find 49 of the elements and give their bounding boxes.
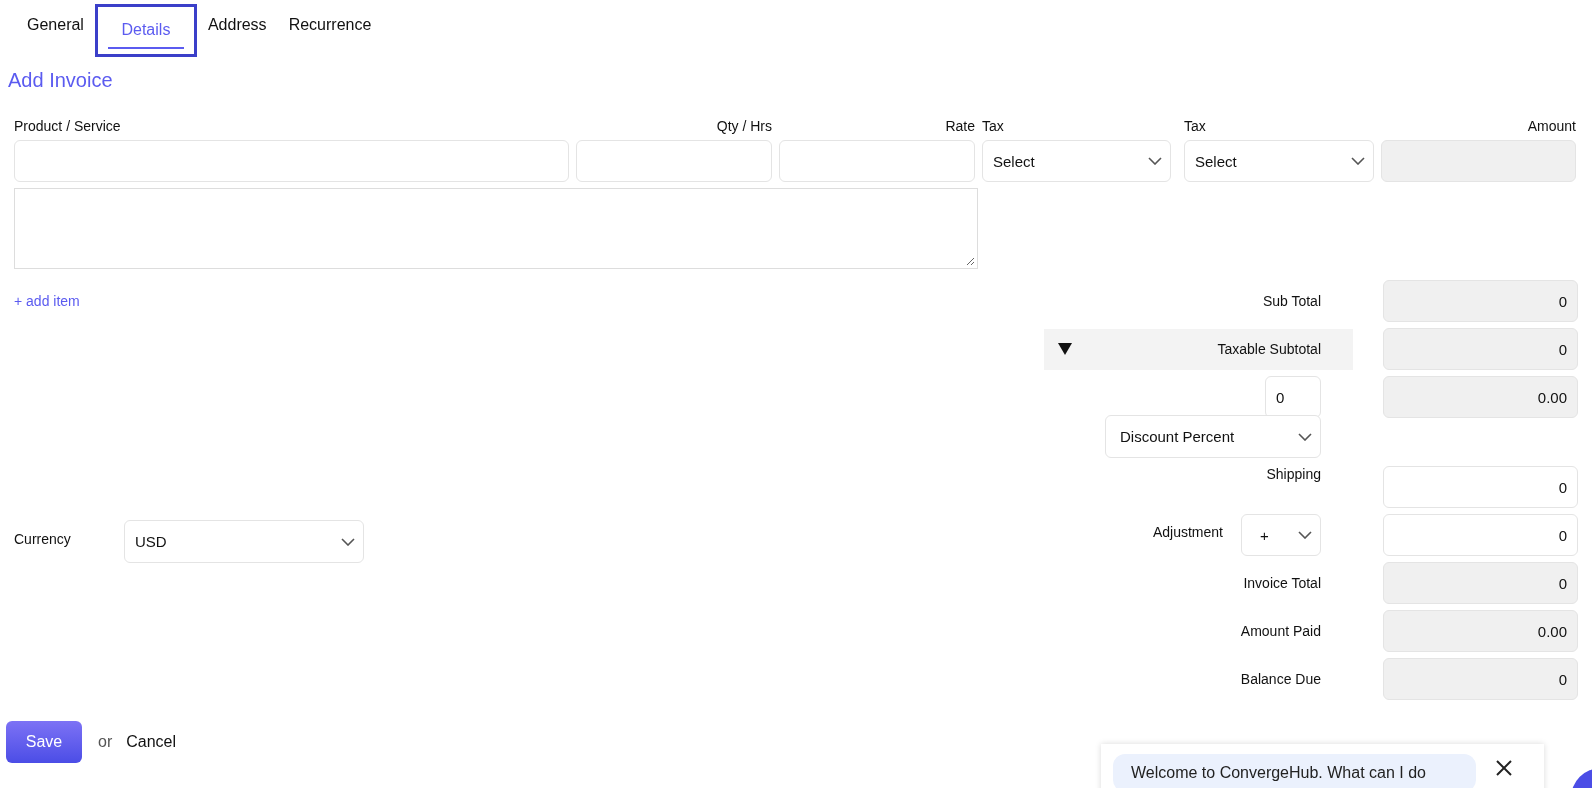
input-field[interactable] <box>14 140 569 182</box>
total-field: 0.00 <box>1383 610 1578 652</box>
discount-type-select[interactable]: Discount Percent <box>1105 415 1321 458</box>
sign-select[interactable]: + <box>1241 514 1321 556</box>
summary-label: Amount Paid <box>1240 623 1321 639</box>
tab[interactable]: General <box>16 4 95 57</box>
chevron-down-icon <box>1351 157 1365 165</box>
tax-select[interactable]: Select <box>1184 140 1374 182</box>
chevron-down-icon <box>1298 531 1312 539</box>
column-label: Tax <box>982 118 1005 134</box>
summary-label: Adjustment <box>1152 524 1223 540</box>
currency-label: Currency <box>14 531 72 547</box>
chevron-down-icon <box>341 537 355 546</box>
triangle-icon <box>1058 343 1072 355</box>
column-label: Product / Service <box>14 118 122 134</box>
close-icon[interactable] <box>1496 760 1512 776</box>
input-field[interactable] <box>779 140 975 182</box>
column-label: Tax <box>1184 118 1207 134</box>
currency-select[interactable]: USD <box>124 520 364 563</box>
description-textarea[interactable] <box>14 188 978 269</box>
total-field: 0 <box>1383 562 1578 604</box>
column-label: Amount <box>1526 118 1576 134</box>
save-button[interactable]: Save <box>6 721 82 763</box>
resize-handle-icon <box>966 257 975 266</box>
summary-label: Balance Due <box>1240 671 1321 687</box>
taxable-subtotal-bar[interactable]: Taxable Subtotal <box>1044 328 1353 370</box>
chevron-down-icon <box>1298 432 1312 441</box>
discount-field: 0.00 <box>1383 376 1578 418</box>
total-field: 0 <box>1383 280 1578 322</box>
add-item-link[interactable]: + add item <box>14 293 364 309</box>
summary-label: Invoice Total <box>1243 575 1321 591</box>
chat-message: Welcome to ConvergeHub. What can I do <box>1113 754 1476 788</box>
cancel-link[interactable]: Cancel <box>126 733 177 751</box>
tab[interactable]: Recurrence <box>277 4 383 57</box>
or-text: or <box>98 733 113 751</box>
total-field: 0 <box>1383 328 1578 370</box>
tab[interactable]: Address <box>196 4 278 57</box>
shipping-input[interactable]: 0 <box>1383 466 1578 508</box>
adjustment-input[interactable]: 0 <box>1383 514 1578 556</box>
total-field: 0 <box>1383 658 1578 700</box>
page-title: Add Invoice <box>8 69 114 92</box>
column-label: Qty / Hrs <box>715 118 772 134</box>
summary-label: Shipping <box>1266 466 1321 482</box>
column-label: Rate <box>944 118 975 134</box>
tax-select[interactable]: Select <box>982 140 1171 182</box>
tab[interactable]: Details <box>94 4 197 57</box>
chevron-down-icon <box>1148 157 1162 165</box>
input-field[interactable] <box>576 140 772 182</box>
summary-label: Sub Total <box>1262 293 1321 309</box>
